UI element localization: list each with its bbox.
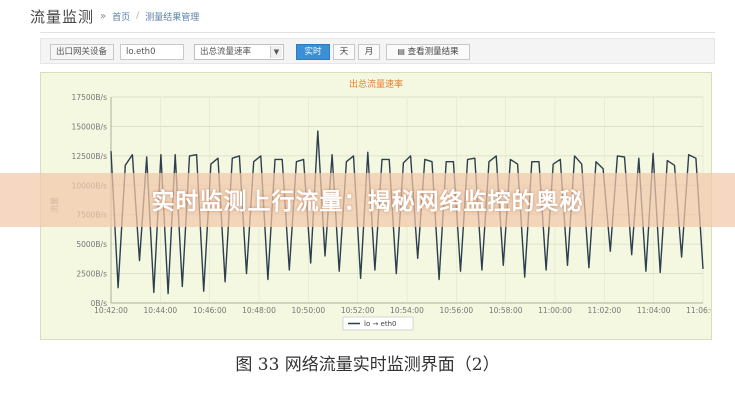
x-tick-label: 11:04:00 bbox=[637, 306, 671, 315]
metric-select-value: 出总流量速率 bbox=[200, 47, 252, 57]
view-results-button[interactable]: ▤ 查看测量结果 bbox=[386, 44, 470, 60]
x-tick-label: 10:54:00 bbox=[390, 306, 424, 315]
y-tick-label: 5000B/s bbox=[76, 240, 107, 249]
day-button[interactable]: 天 bbox=[333, 44, 355, 60]
legend-label: lo → eth0 bbox=[364, 320, 396, 328]
toolbar: 出口网关设备 lo.eth0 出总流量速率 ▼ 实时 天 月 ▤ 查看测量结果 bbox=[40, 38, 715, 64]
x-tick-label: 10:42:00 bbox=[94, 306, 128, 315]
breadcrumb-separator: » bbox=[100, 10, 107, 22]
page-header: 流量监测 » 首页 / 测量结果管理 bbox=[30, 4, 720, 28]
metric-select[interactable]: 出总流量速率 ▼ bbox=[194, 44, 284, 60]
breadcrumb-slash: / bbox=[136, 11, 140, 21]
x-tick-label: 11:00:00 bbox=[538, 306, 572, 315]
x-tick-label: 10:52:00 bbox=[341, 306, 375, 315]
header-divider bbox=[40, 32, 715, 33]
x-tick-label: 10:46:00 bbox=[193, 306, 227, 315]
view-results-label: 查看测量结果 bbox=[407, 47, 459, 57]
interface-input[interactable]: lo.eth0 bbox=[120, 44, 184, 60]
legend: lo → eth0 bbox=[342, 316, 414, 331]
x-tick-label: 10:56:00 bbox=[439, 306, 473, 315]
y-tick-label: 12500B/s bbox=[72, 152, 108, 161]
x-tick-label: 11:02:00 bbox=[587, 306, 621, 315]
x-tick-layer: 10:42:00 10:44:00 10:46:00 10:48:00 10:50:00… bbox=[94, 306, 720, 315]
document-icon: ▤ bbox=[397, 47, 405, 56]
x-tick-label: 10:48:00 bbox=[242, 306, 276, 315]
x-tick-label: 10:44:00 bbox=[143, 306, 177, 315]
interface-label: 出口网关设备 bbox=[50, 44, 114, 60]
y-tick-label: 2500B/s bbox=[76, 270, 107, 279]
x-tick-label: 10:50:00 bbox=[291, 306, 325, 315]
breadcrumb-current[interactable]: 测量结果管理 bbox=[145, 10, 199, 23]
month-button[interactable]: 月 bbox=[358, 44, 380, 60]
chevron-down-icon: ▼ bbox=[270, 46, 282, 58]
chart-title: 出总流量速率 bbox=[349, 78, 403, 90]
y-tick-label: 17500B/s bbox=[72, 93, 108, 102]
x-tick-label: 11:06:00 bbox=[686, 306, 711, 315]
y-tick-label: 15000B/s bbox=[72, 122, 108, 131]
page-title: 流量监测 bbox=[30, 7, 95, 26]
overlay-title: 实时监测上行流量：揭秘网络监控的奥秘 bbox=[151, 189, 584, 215]
realtime-button[interactable]: 实时 bbox=[296, 44, 330, 60]
figure-caption: 图 33 网络流量实时监测界面（2） bbox=[235, 355, 500, 375]
x-tick-label: 10:58:00 bbox=[489, 306, 523, 315]
breadcrumb-home[interactable]: 首页 bbox=[112, 10, 130, 23]
